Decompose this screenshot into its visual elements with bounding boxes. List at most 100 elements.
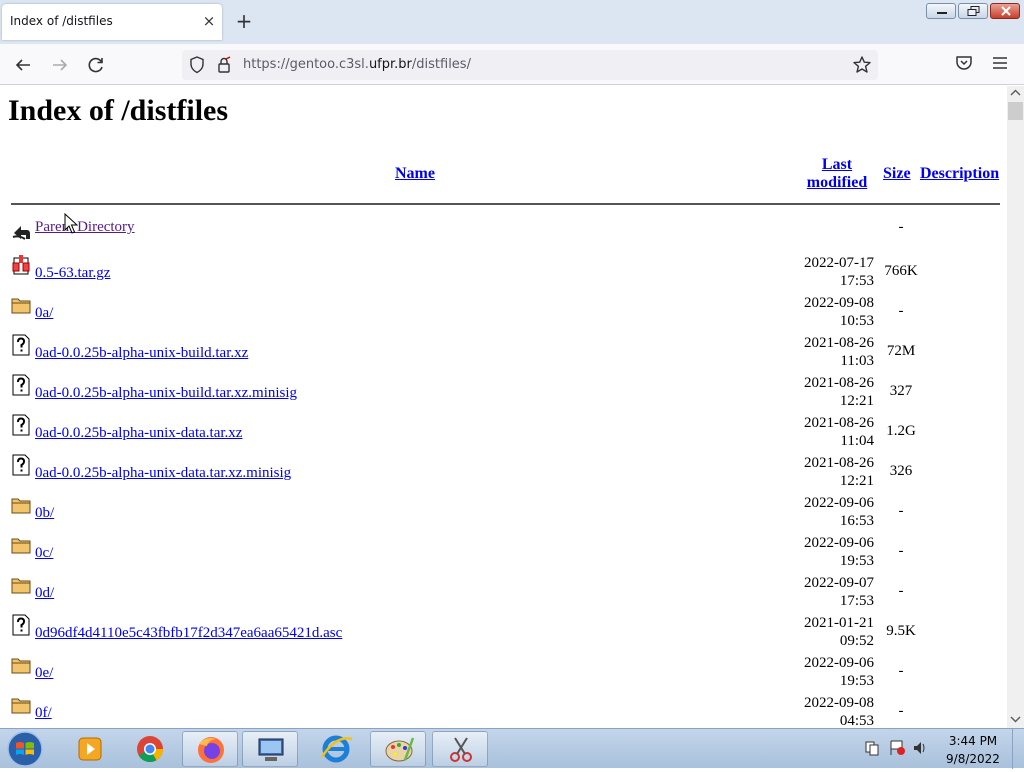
tab-active[interactable]: Index of /distfiles × — [2, 4, 222, 40]
folder-icon — [11, 538, 31, 554]
firefox-icon — [198, 737, 224, 763]
tab-close-icon[interactable]: × — [199, 11, 219, 31]
header-divider — [11, 203, 1000, 205]
table-row: 0.5-63.tar.gz 2022-07-17 17:53 766K — [0, 254, 1007, 294]
table-row: 0c/2022-09-06 19:53 - — [0, 534, 1007, 574]
last-modified-cell: 2021-01-21 09:52 — [804, 614, 874, 650]
sort-by-name-link[interactable]: Name — [395, 165, 435, 182]
file-link[interactable]: 0b/ — [35, 505, 54, 522]
network-icon[interactable] — [865, 741, 879, 756]
column-header-modified-line2: modified — [806, 174, 868, 191]
table-row: 0b/2022-09-06 16:53 - — [0, 494, 1007, 534]
tracking-protection-shield-icon[interactable] — [189, 56, 205, 74]
sort-by-modified-link[interactable]: Last modified — [807, 156, 867, 191]
modified-time: 11:03 — [840, 353, 874, 369]
paint-palette-icon — [385, 737, 415, 762]
file-link[interactable]: 0ad-0.0.25b-alpha-unix-data.tar.xz — [35, 425, 242, 442]
taskbar-remote-desktop[interactable] — [242, 731, 298, 767]
modified-date: 2021-08-26 — [804, 335, 874, 351]
table-row: 0ad-0.0.25b-alpha-unix-build.tar.xz 2021-… — [0, 334, 1007, 374]
modified-date: 2022-07-17 — [804, 255, 874, 271]
file-link[interactable]: 0ad-0.0.25b-alpha-unix-data.tar.xz.minis… — [35, 465, 291, 482]
table-row: 0e/2022-09-06 19:53 - — [0, 654, 1007, 694]
modified-time: 11:04 — [840, 433, 874, 449]
taskbar-paint[interactable] — [370, 731, 426, 767]
vertical-scrollbar[interactable] — [1007, 86, 1024, 728]
size-cell: - — [898, 543, 904, 559]
size-cell: 1.2G — [886, 423, 916, 439]
file-link[interactable]: 0d/ — [35, 585, 54, 602]
volume-icon[interactable] — [914, 742, 925, 754]
modified-time: 10:53 — [839, 313, 874, 329]
taskbar-firefox[interactable] — [182, 731, 238, 767]
address-bar[interactable]: https://gentoo.c3sl.ufpr.br/distfiles/ — [182, 50, 878, 80]
lock-icon[interactable] — [216, 56, 232, 74]
action-center-flag-icon[interactable] — [890, 740, 905, 755]
file-link[interactable]: 0f/ — [35, 705, 52, 722]
navigation-toolbar: https://gentoo.c3sl.ufpr.br/distfiles/ — [0, 44, 1024, 85]
clock-date[interactable]: 9/8/2022 — [940, 752, 1006, 766]
column-header-last-modified: Last modified — [806, 156, 868, 192]
window-close-button[interactable] — [990, 3, 1020, 19]
url-host: ufpr.br — [368, 57, 412, 72]
scroll-up-arrow-icon[interactable] — [1007, 86, 1024, 100]
scissors-icon — [450, 737, 472, 762]
back-arrow-icon[interactable] — [10, 52, 36, 78]
file-link[interactable]: 0d96df4d4110e5c43fbfb17f2d347ea6aa65421d… — [35, 625, 342, 642]
folder-icon — [11, 498, 31, 514]
new-tab-button[interactable]: + — [232, 10, 256, 34]
reload-icon[interactable] — [83, 52, 109, 78]
show-desktop-button[interactable] — [1012, 729, 1024, 769]
modified-date: 2022-09-08 — [804, 695, 874, 711]
taskbar-chrome[interactable] — [122, 731, 178, 767]
close-icon — [1001, 6, 1011, 16]
mouse-cursor-icon — [64, 213, 78, 234]
tab-bar: Index of /distfiles × + — [0, 0, 1024, 44]
sort-by-size-link[interactable]: Size — [883, 165, 911, 182]
file-link[interactable]: 0a/ — [35, 305, 53, 322]
modified-time: 16:53 — [839, 513, 874, 529]
last-modified-cell: 2022-07-17 17:53 — [804, 254, 874, 290]
column-header-size: Size — [883, 165, 911, 183]
bookmark-star-icon[interactable] — [852, 55, 872, 75]
scroll-down-arrow-icon[interactable] — [1007, 712, 1024, 726]
hamburger-menu-icon[interactable] — [990, 53, 1010, 73]
taskbar-media-player[interactable] — [62, 731, 118, 767]
file-link[interactable]: 0.5-63.tar.gz — [35, 265, 110, 282]
last-modified-cell: 2021-08-26 11:03 — [804, 334, 874, 370]
start-button-windows-logo-icon[interactable] — [3, 730, 47, 768]
window-restore-button[interactable] — [958, 3, 988, 19]
forward-arrow-icon[interactable] — [47, 52, 73, 78]
scrollbar-thumb[interactable] — [1008, 102, 1023, 120]
table-row: 0f/2022-09-08 04:53 - — [0, 694, 1007, 728]
file-link[interactable]: 0e/ — [35, 665, 53, 682]
archive-icon — [12, 255, 30, 275]
table-row: 0ad-0.0.25b-alpha-unix-data.tar.xz 2021-0… — [0, 414, 1007, 454]
file-link[interactable]: 0ad-0.0.25b-alpha-unix-build.tar.xz — [35, 345, 248, 362]
clock-time[interactable]: 3:44 PM — [940, 734, 1006, 748]
window-minimize-button[interactable] — [926, 3, 956, 19]
last-modified-cell: 2022-09-06 19:53 — [804, 654, 874, 690]
last-modified-cell: 2022-09-06 19:53 — [804, 534, 874, 570]
system-tray-icons[interactable] — [862, 737, 934, 759]
modified-time: 17:53 — [839, 273, 874, 289]
size-cell: - — [898, 219, 904, 235]
modified-time: 19:53 — [839, 553, 874, 569]
url-text[interactable]: https://gentoo.c3sl.ufpr.br/distfiles/ — [243, 57, 471, 72]
parent-directory-link[interactable]: Parent Directory — [35, 219, 135, 236]
computer-icon — [258, 738, 284, 761]
unknown-file-icon — [12, 374, 30, 396]
file-link[interactable]: 0c/ — [35, 545, 53, 562]
modified-time: 04:53 — [839, 713, 874, 728]
size-cell: 327 — [889, 383, 913, 399]
taskbar-internet-explorer[interactable] — [308, 731, 364, 767]
last-modified-cell: 2021-08-26 12:21 — [804, 454, 874, 490]
windows-taskbar: 3:44 PM 9/8/2022 — [0, 728, 1024, 769]
modified-time: 17:53 — [839, 593, 874, 609]
taskbar-snipping-tool[interactable] — [432, 731, 488, 767]
pocket-icon[interactable] — [954, 53, 974, 73]
page-content: Index of /distfiles Name Last modified Si… — [0, 86, 1007, 728]
folder-icon — [11, 698, 31, 714]
sort-by-description-link[interactable]: Description — [920, 165, 999, 182]
file-link[interactable]: 0ad-0.0.25b-alpha-unix-build.tar.xz.mini… — [35, 385, 297, 402]
